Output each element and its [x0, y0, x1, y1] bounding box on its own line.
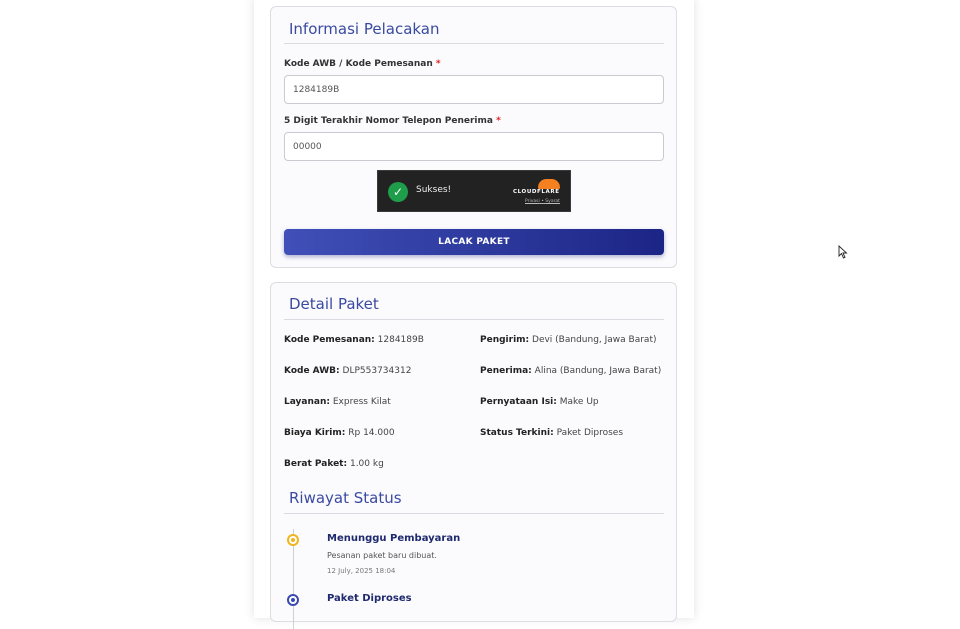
terms-link[interactable]: Syarat — [545, 199, 560, 204]
tracking-form-card: Informasi Pelacakan Kode AWB / Kode Peme… — [270, 6, 677, 268]
detail-key: Pengirim: — [480, 335, 530, 345]
status-dot-icon — [287, 594, 299, 606]
detail-value: Express Kilat — [332, 397, 391, 407]
timeline-item-desc: Pesanan paket baru dibuat. — [327, 551, 437, 560]
cloudflare-cloud-icon — [538, 179, 560, 189]
detail-service: Layanan: Express Kilat — [284, 397, 391, 407]
detail-key: Kode Pemesanan: — [284, 335, 375, 345]
cloudflare-captcha-widget[interactable]: ✓ Sukses! CLOUDFLARE Privasi • Syarat — [377, 170, 571, 212]
package-detail-card: Detail Paket Kode Pemesanan: 1284189B Ko… — [270, 282, 677, 629]
detail-shipping-cost: Biaya Kirim: Rp 14.000 — [284, 428, 395, 438]
history-title: Riwayat Status — [289, 489, 402, 507]
awb-label: Kode AWB / Kode Pemesanan * — [284, 59, 441, 69]
phone-digits-input[interactable] — [284, 132, 664, 161]
detail-recipient: Penerima: Alina (Bandung, Jawa Barat) — [480, 366, 661, 376]
detail-value: Alina (Bandung, Jawa Barat) — [534, 366, 662, 376]
captcha-status-text: Sukses! — [416, 185, 452, 195]
detail-key: Berat Paket: — [284, 459, 348, 469]
track-package-button[interactable]: LACAK PAKET — [284, 229, 664, 255]
required-mark: * — [435, 59, 441, 69]
detail-key: Penerima: — [480, 366, 532, 376]
detail-key: Pernyataan Isi: — [480, 397, 557, 407]
mouse-pointer-icon — [838, 245, 848, 259]
detail-value: Make Up — [559, 397, 599, 407]
status-dot-icon — [287, 534, 299, 546]
detail-sender: Pengirim: Devi (Bandung, Jawa Barat) — [480, 335, 656, 345]
detail-value: 1284189B — [377, 335, 424, 345]
tracking-page: Informasi Pelacakan Kode AWB / Kode Peme… — [254, 0, 694, 629]
detail-value: Rp 14.000 — [348, 428, 395, 438]
captcha-links: Privasi • Syarat — [525, 199, 560, 204]
detail-value: Devi (Bandung, Jawa Barat) — [532, 335, 657, 345]
divider — [284, 513, 664, 514]
phone-label: 5 Digit Terakhir Nomor Telepon Penerima … — [284, 116, 501, 126]
detail-value: Paket Diproses — [556, 428, 624, 438]
divider — [284, 43, 664, 44]
detail-value: 1.00 kg — [349, 459, 384, 469]
required-mark: * — [496, 116, 501, 126]
detail-current-status: Status Terkini: Paket Diproses — [480, 428, 623, 438]
privacy-link[interactable]: Privasi — [525, 199, 540, 204]
detail-key: Biaya Kirim: — [284, 428, 346, 438]
detail-weight: Berat Paket: 1.00 kg — [284, 459, 384, 469]
detail-value: DLP553734312 — [342, 366, 412, 376]
phone-label-text: 5 Digit Terakhir Nomor Telepon Penerima — [284, 116, 493, 126]
detail-key: Layanan: — [284, 397, 330, 407]
detail-key: Kode AWB: — [284, 366, 340, 376]
timeline-item-time: 12 July, 2025 18:04 — [327, 567, 396, 575]
detail-contents: Pernyataan Isi: Make Up — [480, 397, 599, 407]
success-check-icon: ✓ — [388, 182, 408, 202]
awb-label-text: Kode AWB / Kode Pemesanan — [284, 59, 433, 69]
awb-input[interactable] — [284, 75, 664, 104]
cloudflare-logo-text: CLOUDFLARE — [513, 189, 560, 195]
package-detail-title: Detail Paket — [289, 295, 379, 313]
detail-order-code: Kode Pemesanan: 1284189B — [284, 335, 424, 345]
timeline-item-title: Menunggu Pembayaran — [327, 533, 461, 544]
link-separator: • — [541, 199, 544, 204]
tracking-form-title: Informasi Pelacakan — [289, 20, 440, 38]
detail-key: Status Terkini: — [480, 428, 554, 438]
timeline-item-title: Paket Diproses — [327, 593, 412, 604]
detail-awb-code: Kode AWB: DLP553734312 — [284, 366, 411, 376]
divider — [284, 319, 664, 320]
